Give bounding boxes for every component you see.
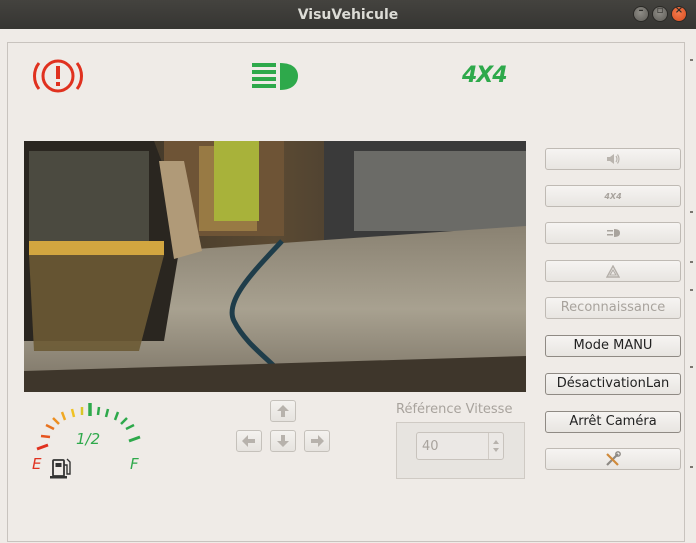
speed-spinbox[interactable]: 40 [416,432,504,460]
fuel-pump-icon [50,458,71,479]
speed-spin-buttons[interactable] [488,433,503,459]
fuel-full-label: F [130,455,139,473]
tools-icon [606,451,621,466]
speed-reference-group: 40 [396,422,525,479]
arrow-left-icon [242,435,255,447]
main-window: 4X4 4X4 Reconnaissance Mode MANU Désacti… [0,29,696,543]
edge-mark [690,366,693,368]
arrow-up-icon [277,405,289,417]
horn-button[interactable] [545,148,681,170]
4x4-icon: 4X4 [462,63,508,88]
headlight-small-icon [607,229,620,237]
settings-button[interactable] [545,448,681,470]
edge-mark [690,59,693,61]
maximize-button[interactable]: ▫ [653,5,667,21]
fuel-gauge: E 1/2 F [32,403,141,479]
arrow-up-button[interactable] [270,400,296,422]
fourwd-button[interactable]: 4X4 [545,185,681,207]
minimize-button[interactable]: – [634,5,648,21]
close-button[interactable]: × [672,5,686,21]
fuel-empty-label: E [32,455,42,473]
edge-mark [690,211,693,213]
arrow-right-button[interactable] [304,430,330,452]
arrow-right-icon [311,435,324,447]
minimize-icon: – [638,5,644,16]
edge-mark [690,466,693,468]
speed-value: 40 [422,439,439,454]
title-bar: VisuVehicule – ▫ × [0,0,696,29]
reconnaissance-button[interactable]: Reconnaissance [545,297,681,319]
4x4-small-icon: 4X4 [604,192,622,201]
headlight-icon [252,63,298,90]
fuel-half-label: 1/2 [76,430,100,448]
lights-button[interactable] [545,222,681,244]
arrow-down-icon [277,435,289,447]
maximize-icon: ▫ [656,5,664,16]
arrow-down-button[interactable] [270,430,296,452]
arrow-left-button[interactable] [236,430,262,452]
spin-arrows-icon [493,440,499,452]
hazard-button[interactable] [545,260,681,282]
stop-camera-button[interactable]: Arrêt Caméra [545,411,681,433]
hazard-triangle-icon [605,264,621,278]
window-title: VisuVehicule [297,7,399,23]
mode-manu-button[interactable]: Mode MANU [545,335,681,357]
edge-mark [690,261,693,263]
camera-feed [24,141,526,392]
speaker-icon [607,154,620,164]
close-icon: × [674,5,684,16]
speed-reference-label: Référence Vitesse [396,402,513,417]
edge-mark [690,289,693,291]
desactivation-lane-button[interactable]: DésactivationLan [545,373,681,395]
brake-warning-icon [32,59,84,93]
